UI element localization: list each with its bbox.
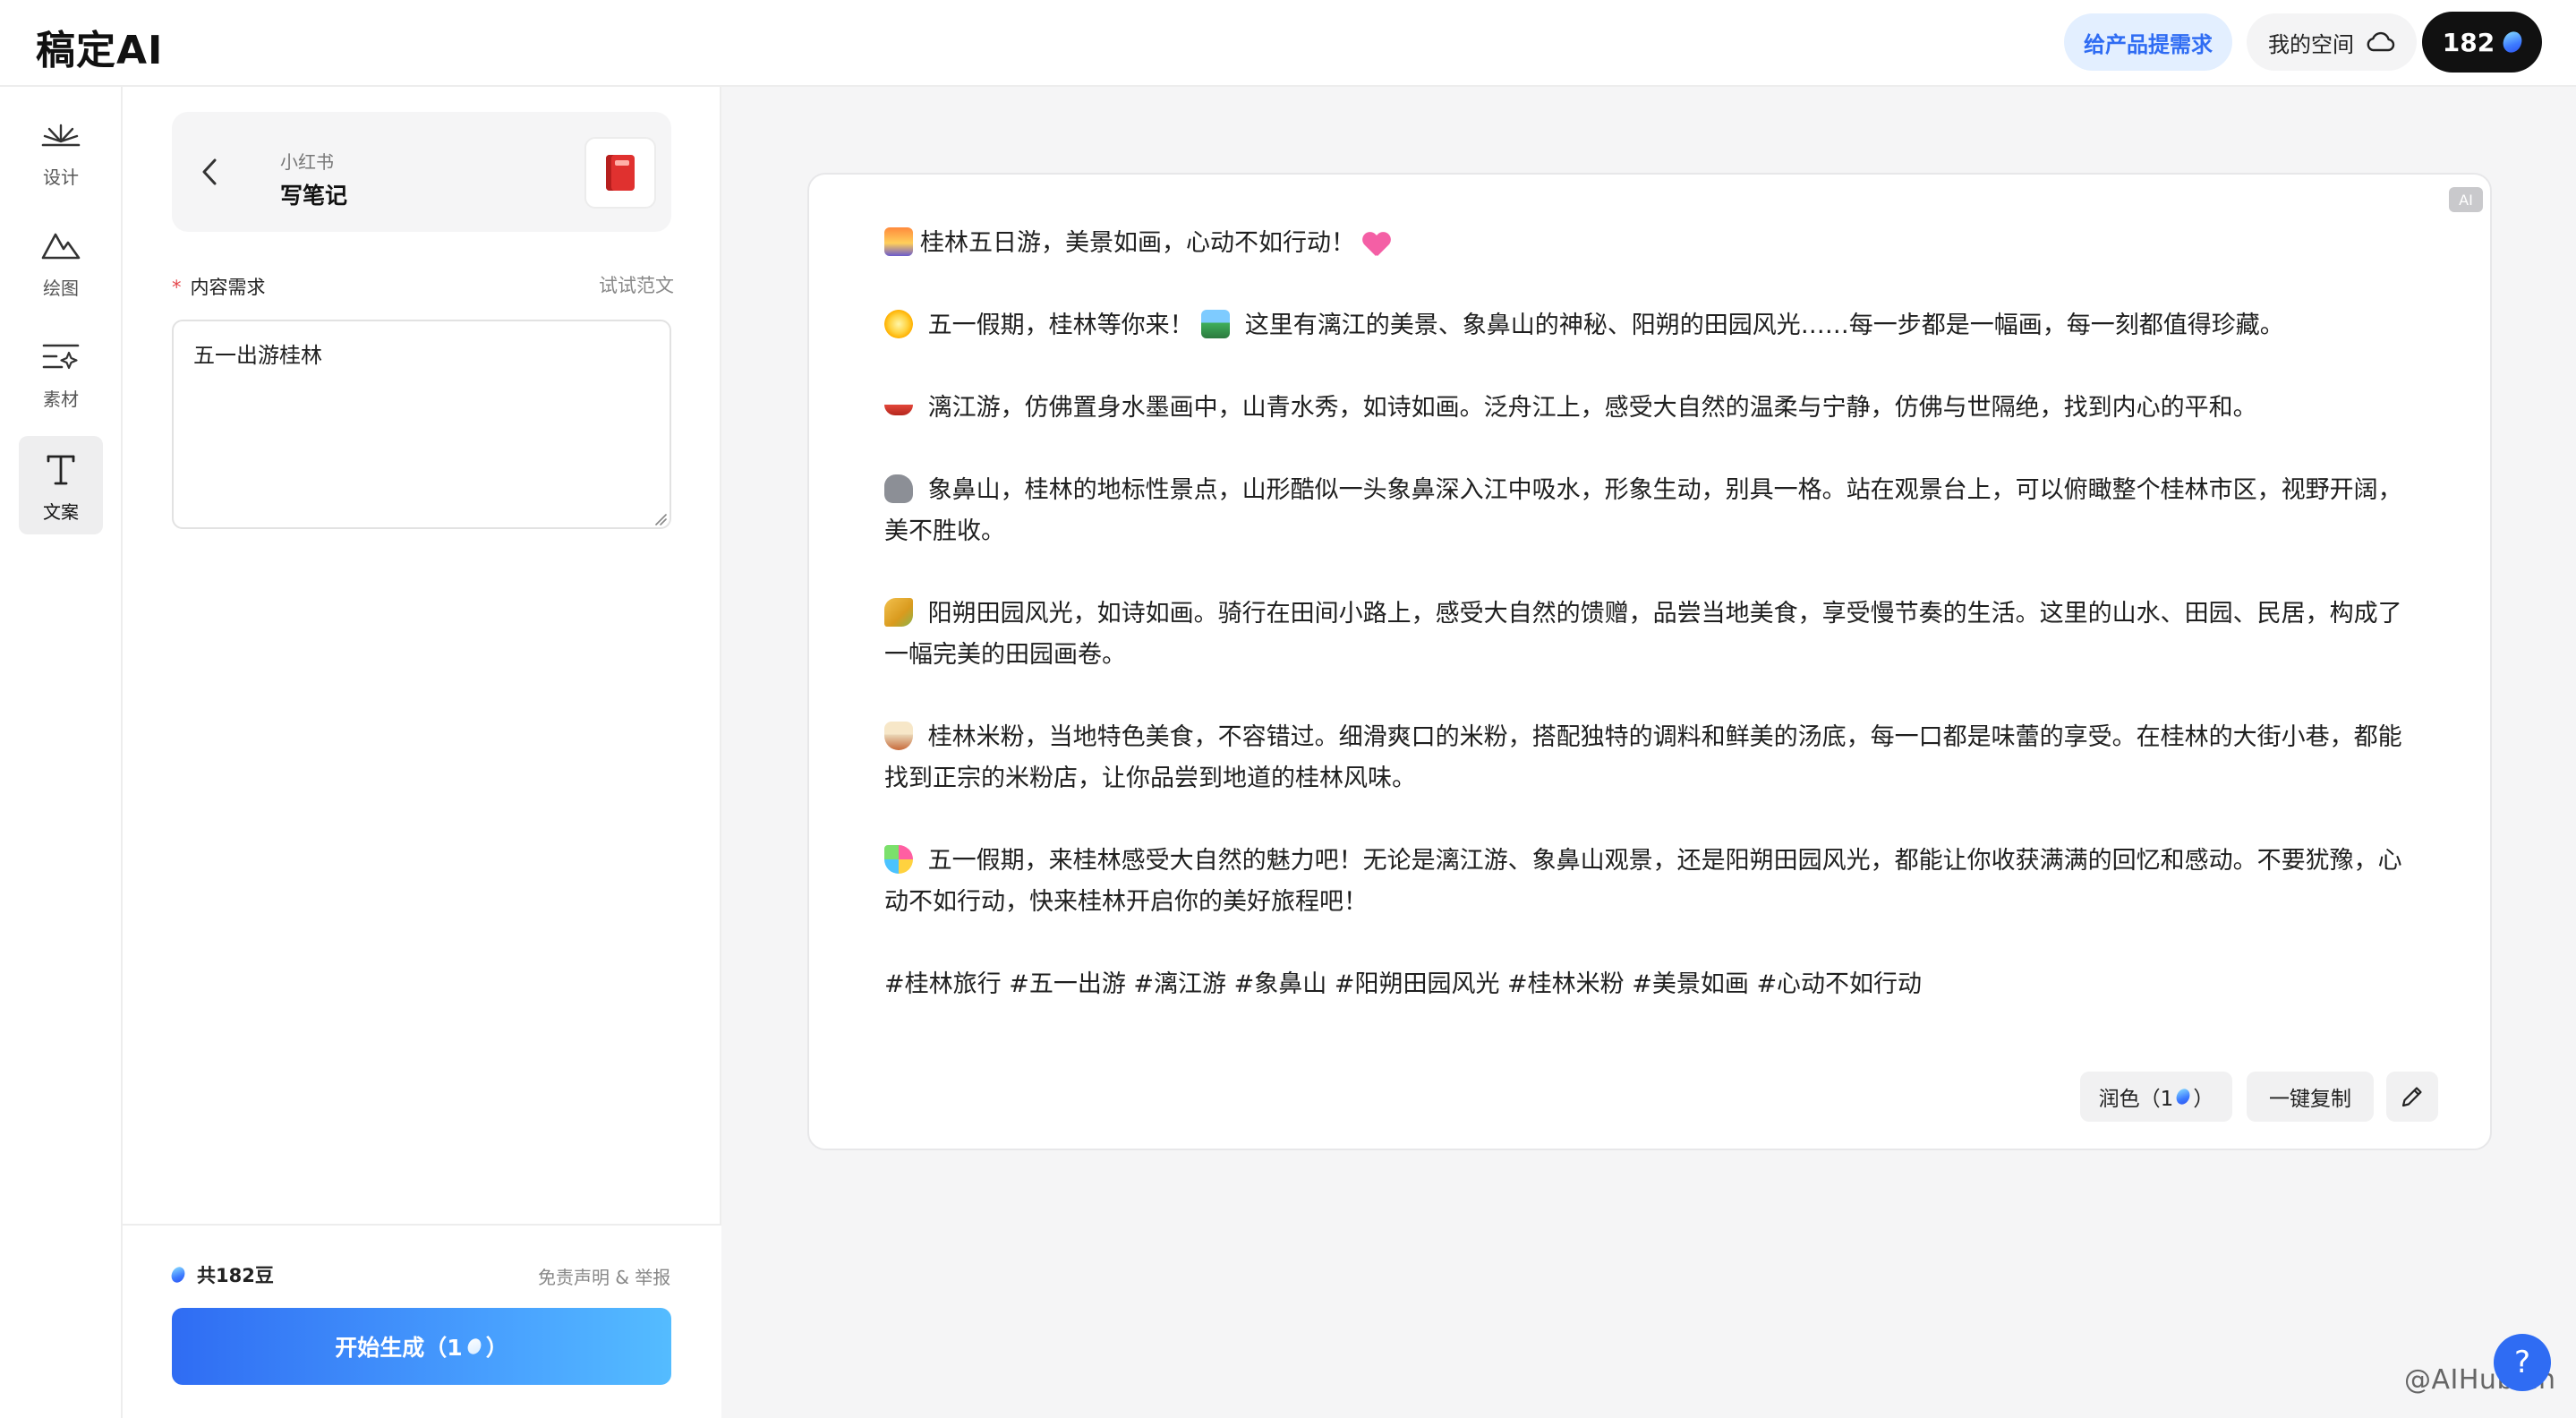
generated-note: 桂林五日游，美景如画，心动不如行动！ 五一假期，桂林等你来！ 这里有漓江的美景、… bbox=[884, 223, 2415, 1005]
note-hashtags: #桂林旅行 #五一出游 #漓江游 #象鼻山 #阳朔田园风光 #桂林米粉 #美景如… bbox=[884, 970, 1923, 998]
nav-label-copywriting: 文案 bbox=[43, 500, 79, 523]
chevron-left-icon[interactable] bbox=[199, 157, 220, 187]
generate-suffix: ） bbox=[485, 1335, 508, 1361]
polish-suffix: ） bbox=[2193, 1088, 2214, 1111]
beans-balance-button[interactable]: 182 bbox=[2422, 12, 2542, 73]
draw-mountain-icon bbox=[39, 224, 82, 267]
my-space-label: 我的空间 bbox=[2268, 31, 2354, 57]
note-paragraph: 阳朔田园风光，如诗如画。骑行在田间小路上，感受大自然的馈赠，品尝当地美食，享受慢… bbox=[884, 598, 2402, 669]
page-title: 写笔记 bbox=[280, 183, 348, 209]
product-request-button[interactable]: 给产品提需求 bbox=[2064, 13, 2232, 71]
star-emoji-icon bbox=[884, 310, 913, 338]
try-example-link[interactable]: 试试范文 bbox=[599, 271, 674, 298]
note-paragraph: 漓江游，仿佛置身水墨画中，山青水秀，如诗如画。泛舟江上，感受大自然的温柔与宁静，… bbox=[884, 388, 2415, 429]
form-panel: 小红书 写笔记 * 内容需求 试试范文 共182豆 免责声明 & 举报 开始生成（… bbox=[123, 87, 721, 1418]
beans-total: 共182豆 bbox=[168, 1261, 274, 1288]
breadcrumb-card: 小红书 写笔记 bbox=[172, 112, 671, 232]
breadcrumb-parent[interactable]: 小红书 bbox=[280, 148, 334, 174]
disclaimer-report-link[interactable]: 免责声明 & 举报 bbox=[538, 1263, 670, 1289]
landscape-emoji-icon bbox=[1201, 310, 1231, 338]
pencil-icon bbox=[2401, 1087, 2422, 1107]
bean-icon bbox=[2174, 1086, 2193, 1107]
bean-icon bbox=[465, 1336, 483, 1357]
nav-item-design[interactable]: 设计 bbox=[19, 101, 103, 200]
polish-button[interactable]: 润色（1 ） bbox=[2080, 1072, 2232, 1122]
generate-button[interactable]: 开始生成（1 ） bbox=[172, 1308, 671, 1385]
nav-item-copywriting[interactable]: 文案 bbox=[19, 436, 103, 534]
nav-item-material[interactable]: 素材 bbox=[19, 323, 103, 422]
sunset-emoji-icon bbox=[884, 227, 913, 256]
red-book-icon bbox=[606, 155, 635, 191]
material-icon bbox=[39, 335, 82, 378]
nav-label-design: 设计 bbox=[43, 166, 79, 188]
left-nav-rail: 设计 绘图 素材 文案 bbox=[0, 87, 123, 1418]
ai-generated-badge: AI bbox=[2449, 187, 2483, 212]
copy-all-button[interactable]: 一键复制 bbox=[2247, 1072, 2374, 1122]
xiaohongshu-badge bbox=[584, 137, 656, 209]
content-requirement-text: 内容需求 bbox=[190, 277, 266, 298]
note-title-line: 桂林五日游，美景如画，心动不如行动！ bbox=[884, 223, 2415, 264]
content-requirement-label: * 内容需求 bbox=[172, 273, 266, 300]
content-requirement-input[interactable] bbox=[172, 320, 671, 529]
panel-footer: 共182豆 免责声明 & 举报 开始生成（1 ） bbox=[123, 1224, 721, 1418]
note-paragraph: 五一假期，来桂林感受大自然的魅力吧！无论是漓江游、象鼻山观景，还是阳朔田园风光，… bbox=[884, 845, 2402, 916]
design-icon bbox=[39, 113, 82, 156]
result-card: AI 桂林五日游，美景如画，心动不如行动！ 五一假期，桂林等你来！ 这里有漓江的… bbox=[807, 173, 2492, 1150]
help-button[interactable]: ? bbox=[2494, 1334, 2551, 1391]
generate-label: 开始生成（1 bbox=[335, 1335, 463, 1361]
beans-total-label: 共182豆 bbox=[197, 1265, 274, 1286]
required-asterisk: * bbox=[172, 277, 182, 298]
party-popper-emoji-icon bbox=[884, 845, 913, 874]
heart-emoji-icon bbox=[1362, 231, 1391, 256]
note-title: 桂林五日游，美景如画，心动不如行动！ bbox=[920, 229, 1355, 257]
top-bar: 稿定AI 给产品提需求 我的空间 182 bbox=[0, 0, 2576, 87]
boat-emoji-icon bbox=[884, 397, 913, 415]
bean-icon bbox=[168, 1264, 188, 1286]
noodle-bowl-emoji-icon bbox=[884, 722, 913, 750]
text-icon bbox=[39, 448, 82, 491]
nav-item-draw[interactable]: 绘图 bbox=[19, 212, 103, 311]
note-paragraph: 桂林米粉，当地特色美食，不容错过。细滑爽口的米粉，搭配独特的调料和鲜美的汤底，每… bbox=[884, 722, 2402, 792]
rice-emoji-icon bbox=[884, 598, 913, 627]
my-space-button[interactable]: 我的空间 bbox=[2247, 13, 2417, 71]
nav-label-material: 素材 bbox=[43, 388, 79, 410]
cloud-icon bbox=[2367, 31, 2395, 52]
note-paragraph: 象鼻山，桂林的地标性景点，山形酷似一头象鼻深入江中吸水，形象生动，别具一格。站在… bbox=[884, 474, 2402, 545]
bean-icon bbox=[2500, 28, 2526, 56]
resize-handle-icon[interactable] bbox=[654, 513, 667, 525]
main-area: AI 桂林五日游，美景如画，心动不如行动！ 五一假期，桂林等你来！ 这里有漓江的… bbox=[721, 87, 2576, 1418]
edit-button[interactable] bbox=[2386, 1072, 2438, 1122]
app-logo[interactable]: 稿定AI bbox=[36, 18, 163, 75]
nav-label-draw: 绘图 bbox=[43, 277, 79, 299]
polish-label: 润色（1 bbox=[2098, 1088, 2174, 1111]
elephant-emoji-icon bbox=[884, 474, 913, 503]
beans-count: 182 bbox=[2442, 27, 2495, 57]
note-paragraph: 五一假期，桂林等你来！ 这里有漓江的美景、象鼻山的神秘、阳朔的田园风光……每一步… bbox=[884, 305, 2415, 346]
